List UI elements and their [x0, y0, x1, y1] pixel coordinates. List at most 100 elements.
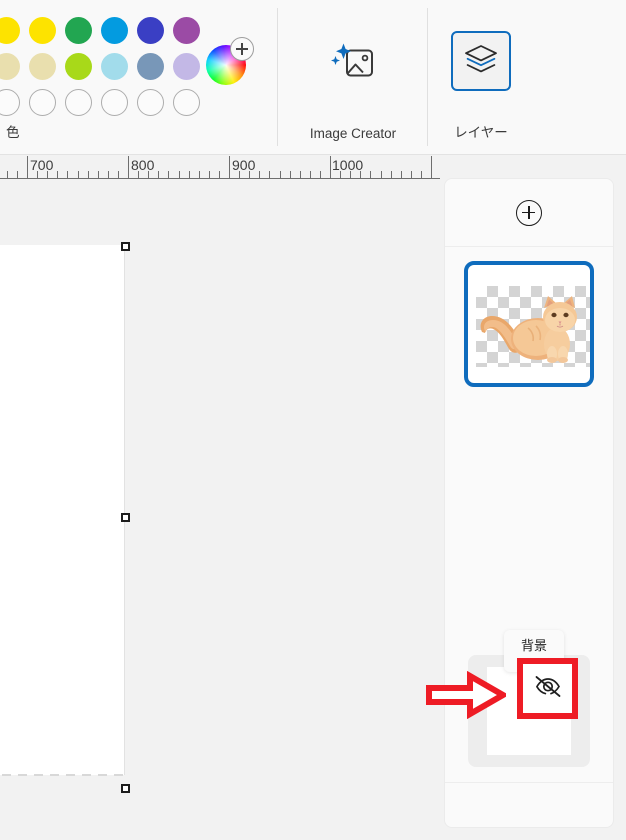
swatch-cell[interactable]: [168, 48, 204, 84]
color-swatch-empty-4[interactable]: [136, 88, 164, 116]
ruler-tick-major: [431, 156, 432, 178]
color-group-label: 色: [6, 125, 20, 140]
layers-group: レイヤー: [428, 0, 626, 155]
swatch-cell[interactable]: [60, 12, 96, 48]
layers-panel-footer: [445, 782, 613, 827]
ruler-tick-minor: [259, 171, 260, 178]
ruler-tick-minor: [280, 171, 281, 178]
selection-edge-bottom: [0, 774, 125, 776]
swatch-cell[interactable]: [132, 12, 168, 48]
background-layer-visibility-toggle[interactable]: [517, 658, 578, 719]
ruler-label: 900: [232, 157, 256, 173]
ruler-tick-minor: [300, 171, 301, 178]
swatch-cell[interactable]: [60, 84, 96, 120]
swatch-cell[interactable]: [0, 48, 24, 84]
ruler-label: 700: [30, 157, 54, 173]
swatch-cell[interactable]: [24, 48, 60, 84]
color-swatch-empty-2[interactable]: [64, 88, 92, 116]
ruler-tick-minor: [158, 171, 159, 178]
swatch-cell[interactable]: [132, 48, 168, 84]
ruler-tick-minor: [269, 171, 270, 178]
ruler-tick-minor: [310, 171, 311, 178]
ruler-tick-minor: [168, 171, 169, 178]
color-swatch-lime[interactable]: [64, 52, 92, 80]
ruler-tick-minor: [209, 171, 210, 178]
ruler-tick-minor: [189, 171, 190, 178]
ruler-tick-minor: [17, 171, 18, 178]
image-creator-group: Image Creator: [278, 0, 428, 155]
color-swatch-empty-1[interactable]: [28, 88, 56, 116]
color-swatch-pale-yellow[interactable]: [0, 52, 20, 80]
plus-icon: [230, 37, 254, 61]
color-group: 色: [0, 0, 270, 155]
swatch-cell[interactable]: [168, 12, 204, 48]
canvas-area[interactable]: [0, 183, 440, 840]
ruler-tick-minor: [391, 171, 392, 178]
color-swatch-yellow[interactable]: [0, 16, 20, 44]
canvas-sheet[interactable]: [0, 245, 124, 775]
swatch-cell[interactable]: [0, 84, 24, 120]
ruler-tick-minor: [199, 171, 200, 178]
right-arrow-annotation: [426, 671, 506, 719]
ruler-tick-minor: [108, 171, 109, 178]
swatch-cell[interactable]: [96, 12, 132, 48]
selection-handle-bottom-right[interactable]: [121, 784, 130, 793]
ruler-tick-minor: [57, 171, 58, 178]
ribbon-toolbar: 色 Image Creator レイヤー: [0, 0, 626, 155]
selection-handle-top-right[interactable]: [121, 242, 130, 251]
layers-panel-header: [445, 179, 613, 247]
ruler-tick-minor: [88, 171, 89, 178]
ruler-label: 1000: [332, 157, 364, 173]
ruler-label: 800: [131, 157, 155, 173]
color-swatch-light-blue[interactable]: [100, 52, 128, 80]
ruler-tick-minor: [67, 171, 68, 178]
plus-circle-icon[interactable]: [516, 199, 542, 226]
swatch-cell[interactable]: [168, 84, 204, 120]
swatch-cell[interactable]: [24, 12, 60, 48]
layer-item-background[interactable]: 背景: [426, 630, 590, 767]
color-swatch-green[interactable]: [64, 16, 92, 44]
ruler-tick-major: [330, 156, 331, 178]
selection-handle-middle-right[interactable]: [121, 513, 130, 522]
ruler-tick-minor: [401, 171, 402, 178]
swatch-cell[interactable]: [24, 84, 60, 120]
color-swatch-blue[interactable]: [100, 16, 128, 44]
horizontal-ruler[interactable]: 700 800 900 1000: [0, 155, 440, 183]
color-swatch-empty-5[interactable]: [172, 88, 200, 116]
image-creator-button[interactable]: [307, 28, 399, 100]
ruler-tick-major: [27, 156, 28, 178]
swatch-cell[interactable]: [96, 48, 132, 84]
orange-tabby-cat-image: [480, 296, 577, 363]
color-swatch-empty-1[interactable]: [0, 88, 20, 116]
color-swatch-indigo[interactable]: [136, 16, 164, 44]
color-swatch-yellow[interactable]: [28, 16, 56, 44]
color-swatch-empty-3[interactable]: [100, 88, 128, 116]
swatch-cell[interactable]: [60, 48, 96, 84]
color-swatch-lavender[interactable]: [172, 52, 200, 80]
swatch-cell[interactable]: [0, 12, 24, 48]
color-swatch-purple[interactable]: [172, 16, 200, 44]
layers-toggle-button[interactable]: [451, 31, 511, 91]
ruler-tick-minor: [219, 171, 220, 178]
ruler-tick-minor: [290, 171, 291, 178]
color-picker-button[interactable]: [206, 37, 254, 85]
ruler-tick-minor: [7, 171, 8, 178]
layers-stack-icon: [464, 44, 498, 79]
ruler-tick-minor: [179, 171, 180, 178]
color-swatch-grid: [0, 12, 204, 120]
ruler-tick-minor: [320, 171, 321, 178]
image-sparkle-icon: [330, 41, 376, 88]
color-swatch-pale-yellow[interactable]: [28, 52, 56, 80]
layers-group-label: レイヤー: [454, 125, 508, 140]
ruler-tick-minor: [78, 171, 79, 178]
layer-item-cat[interactable]: [464, 261, 594, 387]
color-swatch-steel-blue[interactable]: [136, 52, 164, 80]
layer-thumbnail-cat: [476, 286, 590, 367]
swatch-cell[interactable]: [96, 84, 132, 120]
ruler-tick-minor: [381, 171, 382, 178]
swatch-cell[interactable]: [132, 84, 168, 120]
selection-edge-right: [124, 245, 125, 775]
ruler-tick-major: [229, 156, 230, 178]
eye-slash-icon: [533, 673, 563, 704]
ruler-tick-minor: [370, 171, 371, 178]
